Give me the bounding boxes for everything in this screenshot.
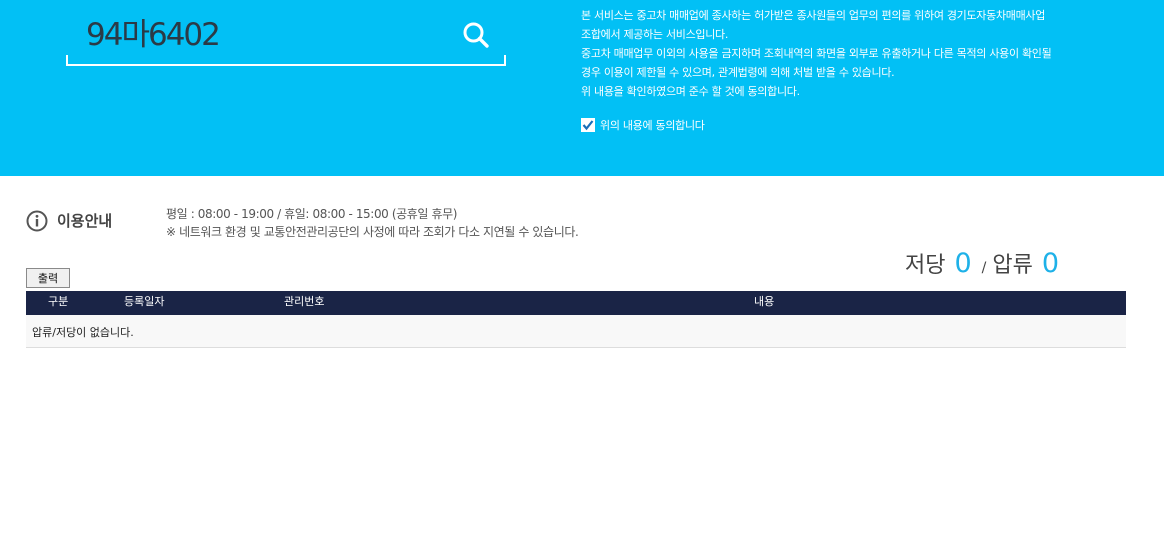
mortgage-seizure-counter: 저당 0 / 압류 0	[905, 247, 1059, 279]
service-notice: 본 서비스는 중고차 매매업에 종사하는 허가받은 종사원들의 업무의 편의를 …	[581, 6, 1141, 101]
empty-message: 압류/저당이 없습니다.	[32, 326, 134, 339]
notice-line: 조합에서 제공하는 서비스입니다.	[581, 28, 729, 41]
agree-label: 위의 내용에 동의합니다	[600, 119, 705, 132]
search-underline-right-tick	[504, 55, 506, 66]
table-header: 구분 등록일자 관리번호 내용	[26, 291, 1126, 315]
agree-checkbox[interactable]	[581, 118, 595, 132]
info-icon	[26, 210, 48, 232]
counter-separator: /	[981, 260, 987, 276]
search-banner: 94마6402 본 서비스는 중고차 매매업에 종사하는 허가받은 종사원들의 …	[0, 0, 1164, 176]
notice-line: 경우 이용이 제한될 수 있으며, 관계법령에 의해 처벌 받을 수 있습니다.	[581, 66, 895, 79]
column-header-content: 내용	[754, 295, 775, 308]
check-icon	[582, 120, 594, 131]
search-underline-left-tick	[66, 55, 68, 66]
agree-checkbox-row[interactable]: 위의 내용에 동의합니다	[581, 117, 705, 133]
delay-notice: ※ 네트워크 환경 및 교통안전관리공단의 사정에 따라 조회가 다소 지연될 …	[166, 225, 579, 239]
column-header-number: 관리번호	[284, 295, 325, 308]
notice-line: 위 내용을 확인하였으며 준수 할 것에 동의합니다.	[581, 85, 800, 98]
search-underline	[66, 64, 506, 66]
info-title: 이용안내	[57, 212, 113, 230]
service-hours: 평일 : 08:00 - 19:00 / 휴일: 08:00 - 15:00 (…	[166, 207, 458, 221]
print-button[interactable]: 출력	[26, 268, 70, 288]
seizure-label: 압류	[992, 253, 1033, 278]
search-icon[interactable]	[461, 20, 491, 50]
column-header-date: 등록일자	[124, 295, 165, 308]
mortgage-label: 저당	[905, 253, 946, 278]
table-row: 압류/저당이 없습니다.	[26, 315, 1126, 348]
notice-line: 본 서비스는 중고차 매매업에 종사하는 허가받은 종사원들의 업무의 편의를 …	[581, 9, 1046, 22]
column-header-type: 구분	[48, 295, 69, 308]
search-input[interactable]: 94마6402	[86, 9, 221, 54]
notice-line: 중고차 매매업무 이외의 사용을 금지하며 조회내역의 화면을 외부로 유출하거…	[581, 47, 1052, 60]
seizure-count: 0	[1041, 248, 1060, 279]
mortgage-count: 0	[954, 248, 972, 279]
